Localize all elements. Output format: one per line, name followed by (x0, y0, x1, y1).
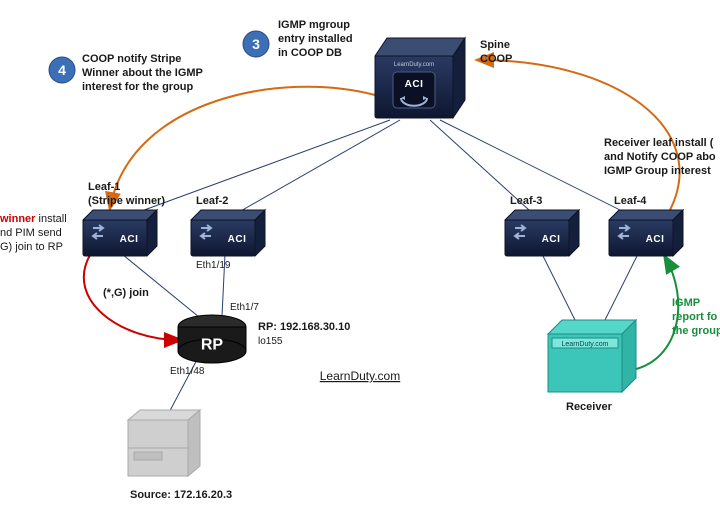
receiver-device: LearnDuty.com (548, 320, 636, 392)
arrow-notify-coop (478, 60, 680, 210)
source-server (128, 410, 200, 476)
arrow-step4 (110, 87, 375, 208)
step4-line2: Winner about the IGMP (82, 67, 203, 79)
network-diagram: 3 IGMP mgroup entry installed in COOP DB… (0, 0, 720, 509)
leaf4-device: ACI (609, 210, 683, 256)
left-note-l3: G) join to RP (0, 241, 63, 253)
source-address: Source: 172.16.20.3 (130, 489, 232, 501)
step4-num: 4 (58, 62, 66, 78)
link-spine-leaf2 (225, 120, 400, 220)
igmp-note-l1: IGMP (672, 297, 700, 309)
link-leaf4-receiver (600, 250, 640, 330)
step3-line1: IGMP mgroup (278, 19, 350, 31)
right-note-l1: Receiver leaf install ( (604, 137, 714, 149)
step4-line3: interest for the group (82, 81, 194, 93)
receiver-brand: LearnDuty.com (562, 341, 609, 348)
join-label: (*,G) join (103, 287, 149, 299)
leaf4-label: Leaf-4 (614, 195, 647, 207)
leaf3-device: ACI (505, 210, 579, 256)
svg-text:ACI: ACI (120, 234, 139, 245)
rp-lo: lo155 (258, 336, 283, 347)
right-note-l2: and Notify COOP abo (604, 151, 716, 163)
left-note-l1: winner install (0, 213, 67, 225)
svg-text:ACI: ACI (542, 234, 561, 245)
leaf1-sub: (Stripe winner) (88, 195, 165, 207)
leaf1-device: ACI (83, 210, 157, 256)
step3-line2: entry installed (278, 33, 353, 45)
leaf2-device: ACI (191, 210, 265, 256)
igmp-note-l3: the group (672, 325, 720, 337)
step3-line3: in COOP DB (278, 47, 342, 59)
leaf2-port: Eth1/19 (196, 260, 231, 271)
receiver-label: Receiver (566, 401, 613, 413)
rp-address: RP: 192.168.30.10 (258, 321, 350, 333)
step4-badge: 4 (49, 57, 75, 83)
step3-num: 3 (252, 36, 260, 52)
aci-icon: ACI (393, 72, 435, 108)
spine-label: Spine (480, 39, 510, 51)
spine-sub: COOP (480, 53, 512, 65)
spine-device: LearnDuty.com ACI (375, 38, 465, 118)
leaf3-label: Leaf-3 (510, 195, 542, 207)
footer-link[interactable]: LearnDuty.com (320, 369, 400, 383)
svg-text:ACI: ACI (405, 79, 424, 90)
leaf2-label: Leaf-2 (196, 195, 228, 207)
link-leaf3-receiver (540, 250, 580, 330)
step4-line1: COOP notify Stripe (82, 53, 181, 65)
rp-router: RP (178, 315, 246, 363)
igmp-note-l2: report fo (672, 311, 718, 323)
svg-text:ACI: ACI (646, 234, 665, 245)
svg-text:RP: RP (201, 337, 224, 354)
svg-text:ACI: ACI (228, 234, 247, 245)
rp-port-down: Eth1/48 (170, 366, 205, 377)
left-note-l2: nd PIM send (0, 227, 62, 239)
spine-brand: LearnDuty.com (394, 62, 434, 68)
step3-badge: 3 (243, 31, 269, 57)
leaf1-label: Leaf-1 (88, 181, 120, 193)
right-note-l3: IGMP Group interest (604, 165, 711, 177)
rp-port-up: Eth1/7 (230, 302, 259, 313)
